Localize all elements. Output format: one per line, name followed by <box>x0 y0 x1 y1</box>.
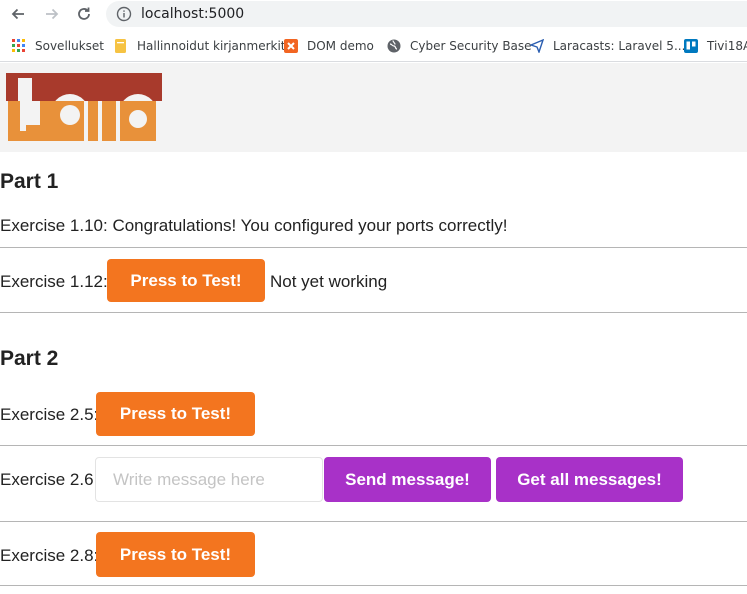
apps-grid-icon <box>12 39 26 53</box>
header-banner <box>0 63 747 152</box>
bookmark-label: Sovellukset <box>35 39 105 53</box>
divider <box>0 247 747 248</box>
bookmark-label: Hallinnoidut kirjanmerkit <box>137 39 286 53</box>
exercise-2-8-test-button[interactable]: Press to Test! <box>96 532 255 577</box>
exercise-2-5-test-button[interactable]: Press to Test! <box>96 392 255 436</box>
globe-icon <box>387 39 401 53</box>
itoska-logo <box>6 73 162 141</box>
exercise-2-8-label: Exercise 2.8: <box>0 546 99 565</box>
browser-toolbar: localhost:5000 <box>0 0 747 28</box>
info-icon <box>116 6 132 22</box>
url-text: localhost:5000 <box>141 6 245 22</box>
bookmark-label: DOM demo <box>307 39 374 53</box>
address-bar[interactable]: localhost:5000 <box>106 1 747 27</box>
divider <box>0 521 747 522</box>
bookmark-tivi18a[interactable]: Tivi18A <box>684 37 747 55</box>
exercise-1-12-status: Not yet working <box>270 272 388 291</box>
bookmark-label: Tivi18A <box>707 39 747 53</box>
exercise-1-10-text: Exercise 1.10: Congratulations! You conf… <box>0 216 508 235</box>
send-message-button[interactable]: Send message! <box>324 457 491 502</box>
exercise-2-5-label: Exercise 2.5: <box>0 405 99 424</box>
exercise-1-12-test-button[interactable]: Press to Test! <box>107 259 265 302</box>
bookmark-managed[interactable]: Hallinnoidut kirjanmerkit <box>114 37 286 55</box>
bookmark-cyber-security[interactable]: Cyber Security Base <box>387 37 532 55</box>
bookmark-laracasts[interactable]: Laracasts: Laravel 5.... <box>530 37 689 55</box>
laracasts-icon <box>530 39 544 53</box>
part1-heading: Part 1 <box>0 170 59 193</box>
exercise-2-6-label: Exercise 2.6: <box>0 470 99 489</box>
divider <box>0 585 747 586</box>
dom-demo-icon <box>284 39 298 53</box>
bookmarks-bar: Sovellukset Hallinnoidut kirjanmerkit DO… <box>0 28 747 62</box>
divider <box>0 445 747 446</box>
part2-heading: Part 2 <box>0 347 59 370</box>
forward-button[interactable] <box>42 4 62 24</box>
arrow-right-icon <box>46 8 59 20</box>
folder-icon <box>114 39 128 53</box>
reload-button[interactable] <box>74 4 94 24</box>
bookmark-dom-demo[interactable]: DOM demo <box>284 37 374 55</box>
bookmark-label: Laracasts: Laravel 5.... <box>553 39 690 53</box>
back-button[interactable] <box>8 4 28 24</box>
bookmark-apps[interactable]: Sovellukset <box>12 37 104 55</box>
get-all-messages-button[interactable]: Get all messages! <box>496 457 683 502</box>
reload-icon <box>78 7 90 20</box>
divider <box>0 312 747 313</box>
message-input[interactable] <box>95 457 323 502</box>
trello-icon <box>684 39 698 53</box>
bookmark-label: Cyber Security Base <box>410 39 532 53</box>
arrow-left-icon <box>11 8 24 20</box>
exercise-1-12-label: Exercise 1.12: <box>0 272 108 291</box>
